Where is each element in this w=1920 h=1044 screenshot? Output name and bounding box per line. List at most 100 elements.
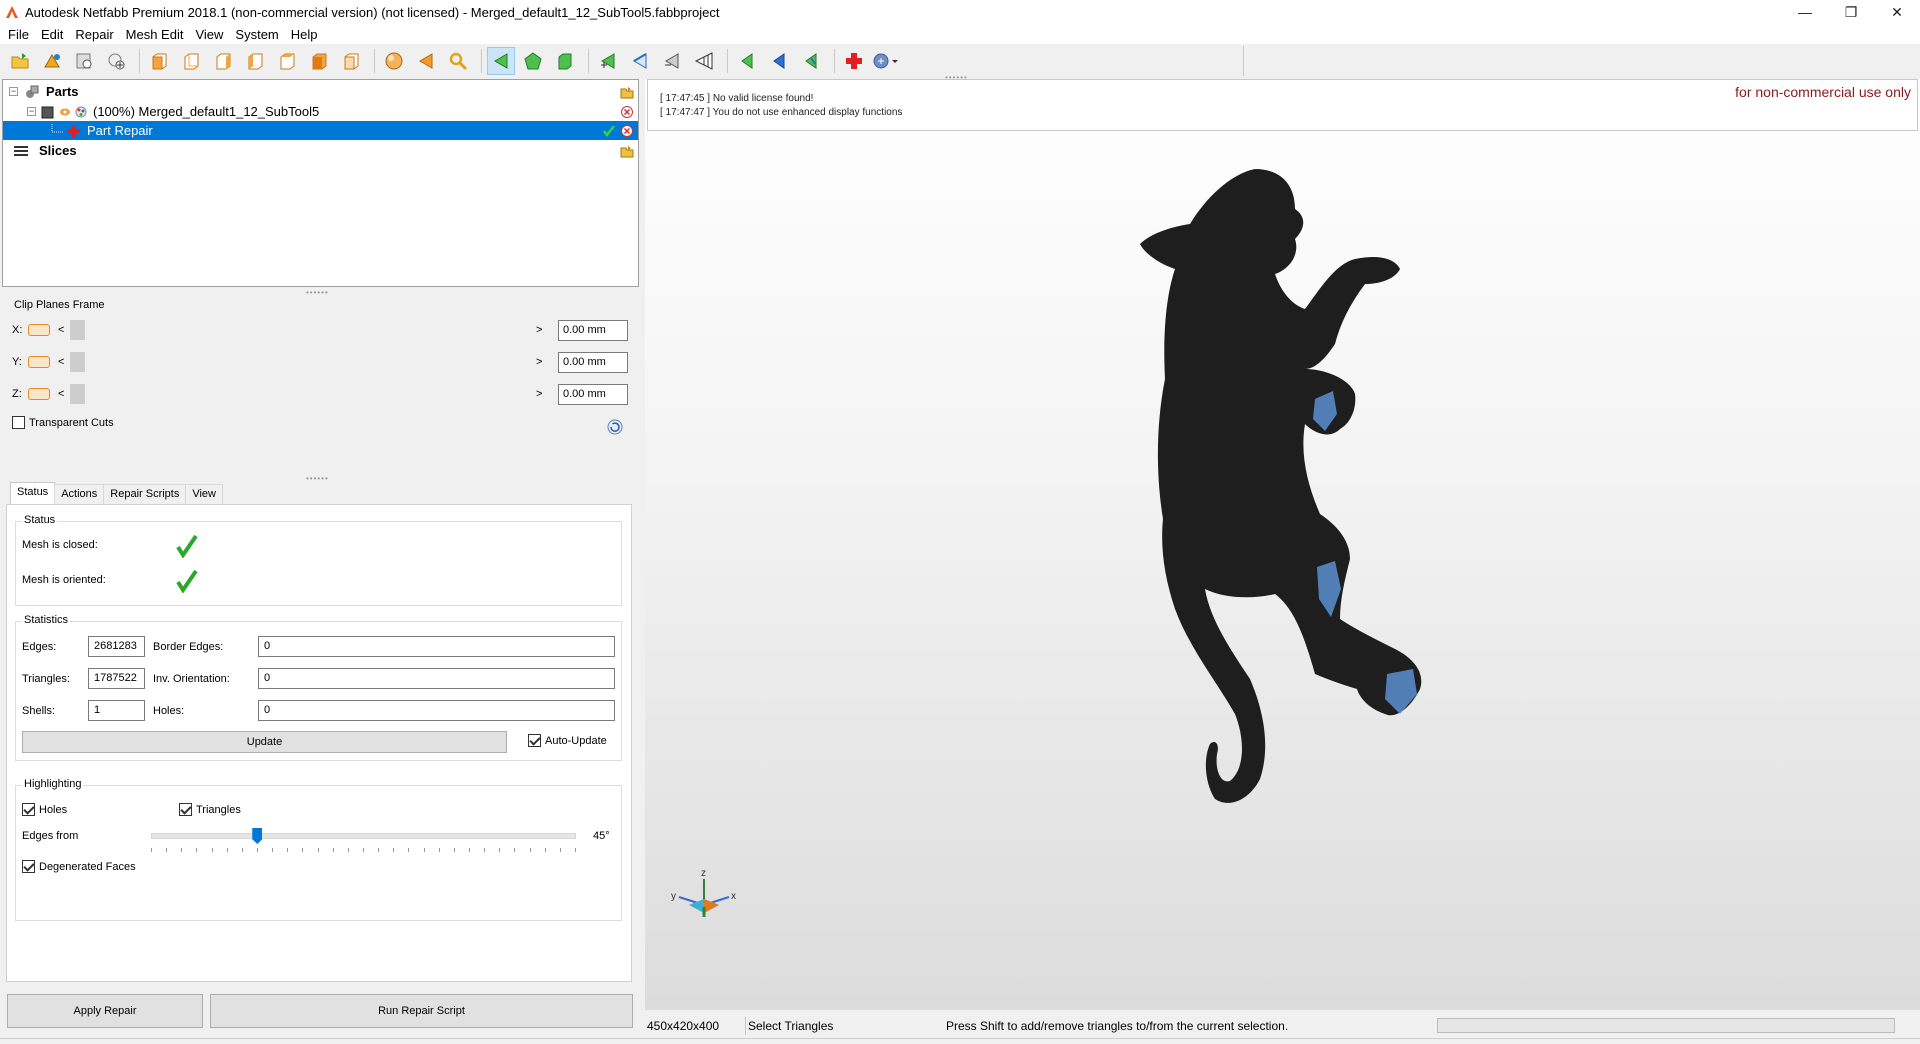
invert-selection-icon[interactable]: [765, 47, 793, 75]
clip-z-right-arrow[interactable]: >: [536, 388, 546, 400]
clip-y-left-arrow[interactable]: <: [58, 356, 68, 368]
holes-highlight-row[interactable]: Holes: [22, 803, 67, 816]
tree-row-slices[interactable]: Slices: [3, 141, 638, 160]
shells-value: 1: [88, 700, 145, 721]
add-part-icon[interactable]: [38, 47, 66, 75]
apply-repair-button[interactable]: Apply Repair: [7, 994, 203, 1028]
view-front-icon[interactable]: [145, 47, 173, 75]
slices-icon: [14, 145, 28, 156]
menu-help[interactable]: Help: [285, 27, 324, 42]
remove-triangle-icon[interactable]: [658, 47, 686, 75]
cancel-repair-icon[interactable]: [620, 124, 634, 138]
clip-x-toggle[interactable]: [28, 324, 50, 336]
parts-icon: [26, 85, 39, 98]
auto-update-row[interactable]: Auto-Update: [528, 734, 607, 747]
apply-check-icon[interactable]: [602, 124, 616, 138]
clip-x-label: X:: [12, 324, 23, 336]
title-bar: Autodesk Netfabb Premium 2018.1 (non-com…: [0, 0, 1920, 24]
view-right-icon[interactable]: [241, 47, 269, 75]
splitter-handle[interactable]: ••••••: [306, 288, 329, 297]
tab-view[interactable]: View: [185, 484, 223, 504]
clip-x-right-arrow[interactable]: >: [536, 324, 546, 336]
splitter-handle[interactable]: ••••••: [945, 73, 968, 82]
splitter-handle[interactable]: ••••••: [306, 474, 329, 483]
tab-actions[interactable]: Actions: [54, 484, 105, 504]
clip-z-slider-thumb[interactable]: [70, 384, 85, 404]
visibility-eye-icon[interactable]: [59, 106, 71, 118]
minimize-button[interactable]: —: [1782, 0, 1828, 24]
view-top-icon[interactable]: [273, 47, 301, 75]
triangles-highlight-row[interactable]: Triangles: [179, 803, 241, 816]
tree-row-parts[interactable]: − Parts: [3, 82, 638, 101]
degenerated-faces-checkbox[interactable]: [22, 860, 35, 873]
menu-file[interactable]: File: [2, 27, 35, 42]
menu-repair[interactable]: Repair: [69, 27, 119, 42]
clip-y-input[interactable]: 0.00 mm: [558, 351, 628, 373]
clip-z-left-arrow[interactable]: <: [58, 388, 68, 400]
clip-y-slider-thumb[interactable]: [70, 352, 85, 372]
folder-icon[interactable]: [620, 144, 634, 158]
clip-z-input[interactable]: 0.00 mm: [558, 383, 628, 405]
clip-y-slider[interactable]: [68, 352, 528, 372]
holes-highlight-checkbox[interactable]: [22, 803, 35, 816]
clip-x-input[interactable]: 0.00 mm: [558, 319, 628, 341]
select-arrow-icon[interactable]: [412, 47, 440, 75]
wizard-dropdown-icon[interactable]: [872, 47, 900, 75]
view-iso-icon[interactable]: [337, 47, 365, 75]
clip-y-right-arrow[interactable]: >: [536, 356, 546, 368]
select-all-icon[interactable]: [733, 47, 761, 75]
tab-status[interactable]: Status: [10, 482, 56, 504]
transparent-cuts-checkbox[interactable]: [12, 416, 25, 429]
edge-tool-icon[interactable]: [626, 47, 654, 75]
clip-x-slider-thumb[interactable]: [70, 320, 85, 340]
menu-edit[interactable]: Edit: [35, 27, 69, 42]
zoom-icon[interactable]: [444, 47, 472, 75]
triangles-highlight-checkbox[interactable]: [179, 803, 192, 816]
clip-z-slider[interactable]: [68, 384, 528, 404]
collapse-toggle[interactable]: −: [27, 107, 36, 116]
select-triangles-icon[interactable]: [487, 47, 515, 75]
edges-from-slider-thumb[interactable]: [252, 828, 263, 844]
log-line-1: [ 17:47:45 ] No valid license found!: [660, 93, 814, 104]
select-surface-icon[interactable]: [519, 47, 547, 75]
remove-part-icon[interactable]: [620, 105, 634, 119]
color-palette-icon[interactable]: [75, 106, 87, 118]
run-repair-script-button[interactable]: Run Repair Script: [210, 994, 633, 1028]
clip-x-left-arrow[interactable]: <: [58, 324, 68, 336]
view-back-icon[interactable]: [177, 47, 205, 75]
add-icon[interactable]: [102, 47, 130, 75]
menu-mesh-edit[interactable]: Mesh Edit: [120, 27, 190, 42]
holes-value: 0: [258, 700, 615, 721]
select-shell-icon[interactable]: [551, 47, 579, 75]
3d-viewport[interactable]: [ 17:47:45 ] No valid license found! [ 1…: [645, 73, 1920, 1010]
clip-x-slider[interactable]: [68, 320, 528, 340]
clip-y-toggle[interactable]: [28, 356, 50, 368]
shading-sphere-icon[interactable]: [380, 47, 408, 75]
view-left-icon[interactable]: [209, 47, 237, 75]
open-project-icon[interactable]: [6, 47, 34, 75]
restore-button[interactable]: ❐: [1828, 0, 1874, 24]
import-icon[interactable]: [70, 47, 98, 75]
clip-z-toggle[interactable]: [28, 388, 50, 400]
deselect-icon[interactable]: [797, 47, 825, 75]
edges-from-slider-track: [151, 833, 576, 839]
reset-clip-icon[interactable]: [606, 418, 624, 436]
tree-row-part[interactable]: − (100%) Merged_default1_12_SubTool5: [3, 102, 638, 121]
collapse-toggle[interactable]: −: [9, 87, 18, 96]
close-button[interactable]: ✕: [1874, 0, 1920, 24]
add-triangle-icon[interactable]: [594, 47, 622, 75]
view-bottom-icon[interactable]: [305, 47, 333, 75]
auto-update-checkbox[interactable]: [528, 734, 541, 747]
menu-view[interactable]: View: [189, 27, 229, 42]
folder-icon[interactable]: [620, 85, 634, 99]
update-button[interactable]: Update: [22, 731, 507, 753]
mesh-tool-icon[interactable]: [690, 47, 718, 75]
degenerated-faces-row[interactable]: Degenerated Faces: [22, 860, 136, 873]
tab-repair-scripts[interactable]: Repair Scripts: [103, 484, 187, 504]
repair-cross-icon[interactable]: [840, 47, 868, 75]
tree-row-part-repair[interactable]: Part Repair: [3, 121, 638, 140]
edges-from-slider[interactable]: [151, 828, 576, 852]
menu-system[interactable]: System: [229, 27, 284, 42]
degenerated-faces-label: Degenerated Faces: [39, 860, 136, 873]
transparent-cuts-row[interactable]: Transparent Cuts: [12, 416, 114, 429]
